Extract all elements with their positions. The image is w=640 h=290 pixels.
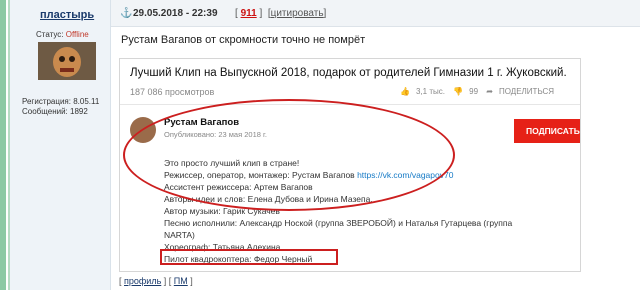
post-body: ⚓ 29.05.2018 - 22:39 [ 911 ] [цитировать… bbox=[111, 0, 640, 290]
red-box-annotation bbox=[160, 249, 338, 265]
status-value: Offline bbox=[65, 30, 89, 39]
anchor-icon[interactable]: ⚓ bbox=[120, 8, 132, 19]
rating-close-bracket: ] bbox=[259, 8, 263, 19]
dislike-count: 99 bbox=[469, 87, 479, 96]
post-datetime: 29.05.2018 - 22:39 bbox=[133, 8, 218, 19]
pm-link[interactable]: ПМ bbox=[174, 276, 188, 286]
avatar bbox=[38, 42, 96, 80]
thumbs-down-icon[interactable]: 👎 bbox=[453, 87, 463, 96]
youtube-embed[interactable]: Лучший Клип на Выпускной 2018, подарок о… bbox=[119, 58, 581, 272]
post-comment: Рустам Вагапов от скромности точно не по… bbox=[121, 34, 366, 46]
rating-value[interactable]: 911 bbox=[241, 8, 257, 19]
rating-open-bracket: [ bbox=[235, 8, 238, 19]
red-circle-annotation bbox=[123, 99, 455, 211]
view-count: 187 086 просмотров bbox=[130, 87, 215, 97]
like-count: 3,1 тыс. bbox=[415, 87, 445, 96]
share-icon[interactable]: ➦ bbox=[486, 87, 493, 96]
like-bar: 👍 3,1 тыс. 👎 99 ➦ ПОДЕЛИТЬСЯ bbox=[400, 87, 560, 96]
thumbs-up-icon[interactable]: 👍 bbox=[400, 87, 410, 96]
post-header: ⚓ 29.05.2018 - 22:39 [ 911 ] [цитировать… bbox=[111, 0, 640, 27]
status-label: Статус: bbox=[36, 30, 64, 39]
video-title[interactable]: Лучший Клип на Выпускной 2018, подарок о… bbox=[130, 67, 567, 79]
share-label[interactable]: ПОДЕЛИТЬСЯ bbox=[499, 87, 554, 96]
user-status: Статус: Offline bbox=[36, 30, 89, 39]
username-link[interactable]: пластырь bbox=[40, 9, 94, 21]
quote-link[interactable]: цитировать bbox=[271, 8, 324, 19]
message-count: Сообщений: 1892 bbox=[22, 107, 88, 116]
registration-date: Регистрация: 8.05.11 bbox=[22, 97, 100, 106]
user-stats: Регистрация: 8.05.11 Сообщений: 1892 bbox=[22, 97, 99, 117]
rating-block: [ 911 ] [цитировать] bbox=[235, 8, 327, 19]
desc-line: NARTA) bbox=[164, 230, 195, 240]
post-footer: [ профиль ] [ ПМ ] bbox=[119, 276, 193, 286]
desc-line: Песню исполнили: Александр Ноской (групп… bbox=[164, 218, 513, 228]
subscribe-button[interactable]: ПОДПИСАТЬ bbox=[514, 119, 580, 143]
left-accent-bar bbox=[0, 0, 6, 290]
profile-link[interactable]: профиль bbox=[124, 276, 161, 286]
